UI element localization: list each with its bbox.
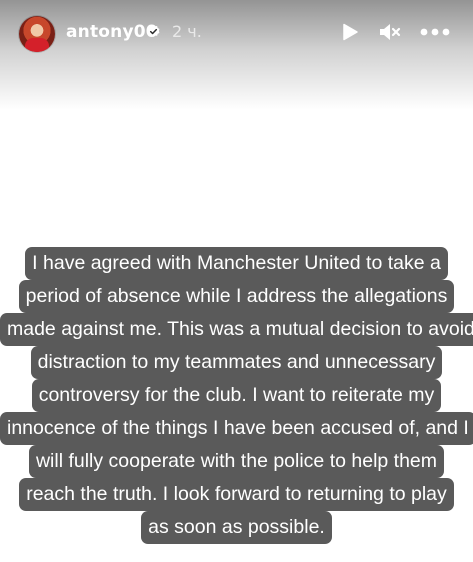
story-header: antony00 2 ч. bbox=[0, 0, 473, 64]
post-time: 2 ч. bbox=[172, 22, 202, 41]
play-icon[interactable] bbox=[340, 22, 360, 42]
caption-line: distraction to my teammates and unnecess… bbox=[30, 346, 443, 379]
verified-badge-icon bbox=[147, 24, 160, 37]
caption-line: as soon as possible. bbox=[141, 511, 332, 544]
speaker-muted-icon[interactable] bbox=[378, 21, 402, 43]
caption-line: innocence of the things I have been accu… bbox=[0, 412, 473, 445]
story-caption: I have agreed with Manchester United to … bbox=[0, 247, 473, 544]
profile-avatar[interactable] bbox=[19, 16, 55, 52]
caption-line: I have agreed with Manchester United to … bbox=[25, 247, 448, 280]
caption-line: made against me. This was a mutual decis… bbox=[0, 313, 473, 346]
caption-line: period of absence while I address the al… bbox=[18, 280, 455, 313]
caption-line: will fully cooperate with the police to … bbox=[28, 445, 445, 478]
caption-line: controversy for the club. I want to reit… bbox=[31, 379, 442, 412]
caption-line: reach the truth. I look forward to retur… bbox=[19, 478, 454, 511]
avatar-shirt bbox=[25, 38, 49, 52]
username-link[interactable]: antony00 bbox=[66, 22, 158, 42]
more-options-icon[interactable] bbox=[419, 26, 451, 38]
